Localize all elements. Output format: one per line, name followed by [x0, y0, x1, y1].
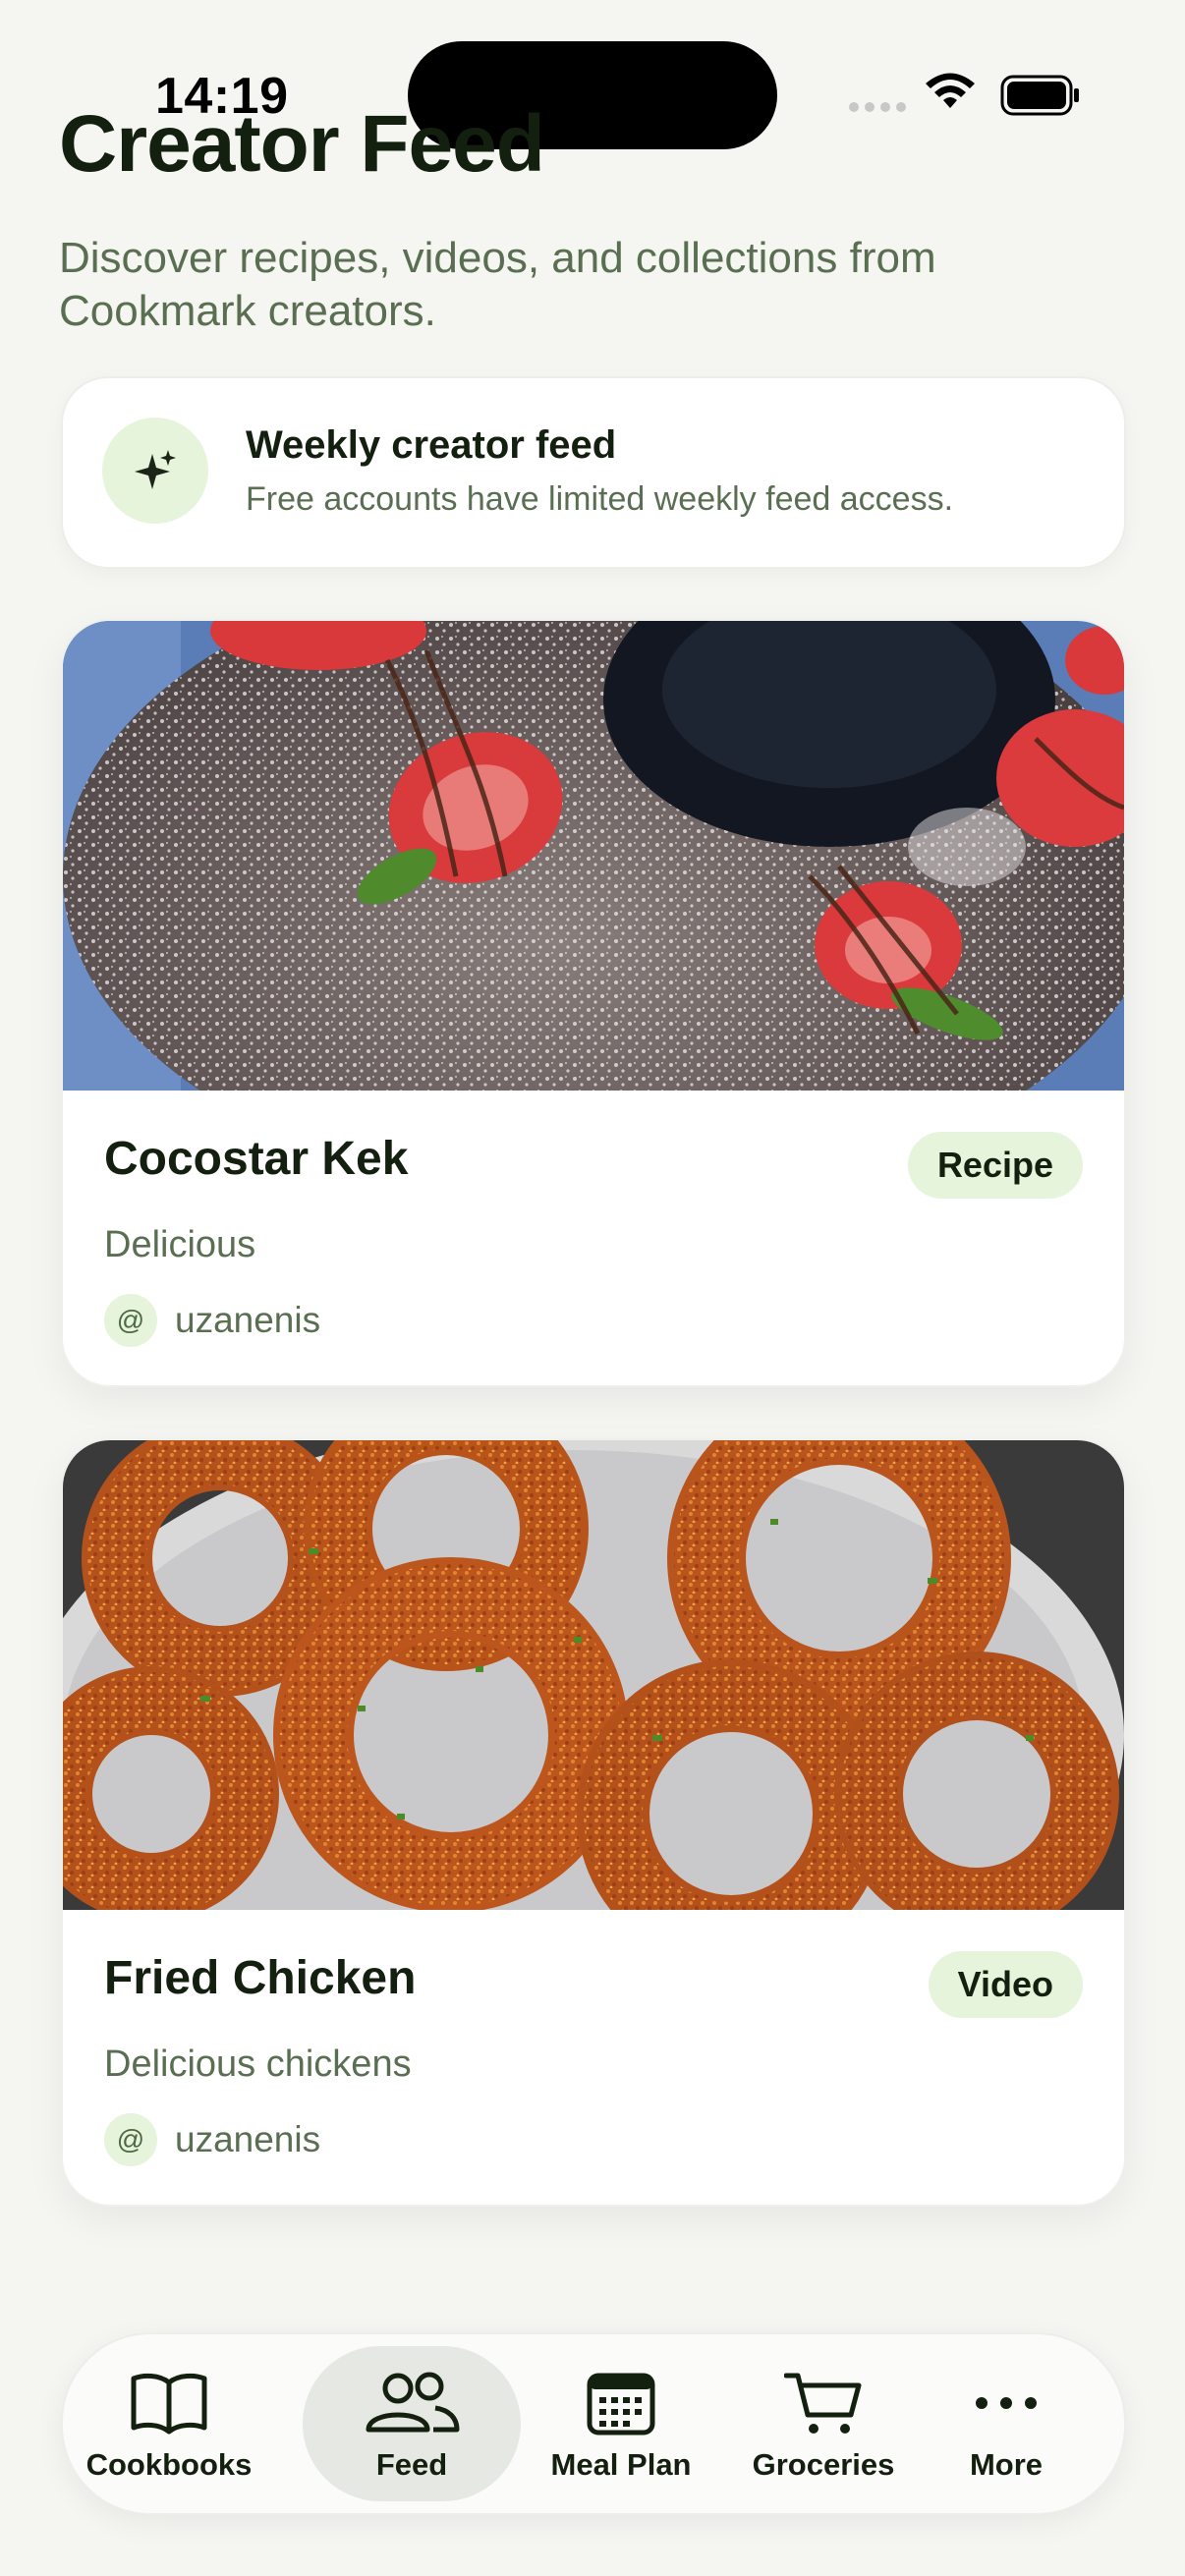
book-icon — [130, 2365, 208, 2441]
feed-card[interactable]: Fried Chicken Video Delicious chickens @… — [61, 1438, 1126, 2207]
weekly-feed-banner: Weekly creator feed Free accounts have l… — [61, 376, 1126, 569]
feed-card[interactable]: Cocostar Kek Recipe Delicious @ uzanenis — [61, 619, 1126, 1387]
tab-feed[interactable]: Feed — [303, 2346, 521, 2501]
card-author[interactable]: @ uzanenis — [104, 2112, 320, 2167]
banner-text: Free accounts have limited weekly feed a… — [246, 480, 954, 518]
tab-label: Cookbooks — [85, 2447, 253, 2482]
sparkle-icon — [102, 418, 208, 524]
cart-icon — [784, 2365, 863, 2441]
ellipsis-icon — [972, 2365, 1041, 2441]
page-subtitle: Discover recipes, videos, and collection… — [59, 234, 936, 335]
calendar-icon — [586, 2365, 656, 2441]
author-name: uzanenis — [175, 1300, 321, 1340]
author-name: uzanenis — [175, 2119, 321, 2159]
at-icon: @ — [104, 1294, 157, 1347]
tab-label: More — [969, 2447, 1044, 2482]
card-title: Cocostar Kek — [104, 1133, 409, 1185]
battery-icon — [1000, 75, 1079, 116]
banner-title: Weekly creator feed — [246, 423, 617, 467]
card-author[interactable]: @ uzanenis — [104, 1293, 320, 1348]
page-title: Creator Feed — [59, 99, 545, 189]
tab-label: Feed — [375, 2447, 448, 2482]
bundt-cake-image — [63, 621, 1124, 1091]
wifi-icon — [926, 73, 975, 108]
content-type-badge: Recipe — [907, 1132, 1083, 1199]
tab-meal-plan[interactable]: Meal Plan — [533, 2346, 709, 2501]
content-type-badge: Video — [928, 1951, 1083, 2018]
cellular-signal-icon — [849, 102, 906, 112]
card-description: Delicious — [104, 1224, 256, 1265]
tab-more[interactable]: More — [947, 2346, 1065, 2501]
people-icon — [363, 2365, 461, 2441]
card-description: Delicious chickens — [104, 2044, 412, 2085]
tab-label: Meal Plan — [550, 2447, 692, 2482]
tab-cookbooks[interactable]: Cookbooks — [86, 2346, 252, 2501]
tab-groceries[interactable]: Groceries — [735, 2346, 912, 2501]
tab-label: Groceries — [752, 2447, 895, 2482]
at-icon: @ — [104, 2113, 157, 2166]
card-title: Fried Chicken — [104, 1952, 417, 2004]
tab-bar: Cookbooks Feed Meal Plan Groceries More — [61, 2332, 1126, 2515]
fried-onion-rings-image — [63, 1440, 1124, 1910]
